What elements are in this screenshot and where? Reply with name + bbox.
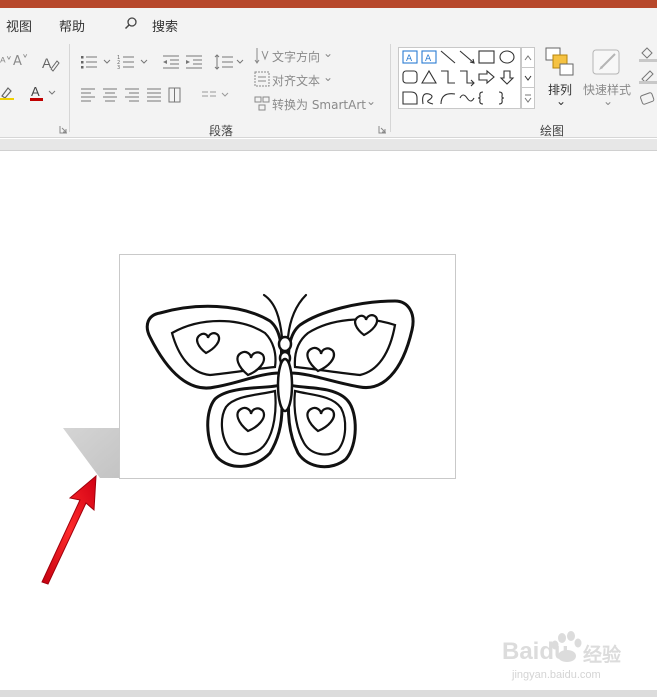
status-bar-edge xyxy=(0,690,657,697)
annotation-arrow-icon xyxy=(41,474,97,585)
butterfly-drawing xyxy=(145,293,415,469)
watermark-brand: Baidu xyxy=(502,638,569,665)
butterfly-picture[interactable] xyxy=(119,254,456,479)
watermark-cn: 经验 xyxy=(583,644,622,666)
baidu-watermark: Baidu 经验 jingyan.baidu.com xyxy=(500,628,625,684)
watermark-url: jingyan.baidu.com xyxy=(512,669,601,681)
